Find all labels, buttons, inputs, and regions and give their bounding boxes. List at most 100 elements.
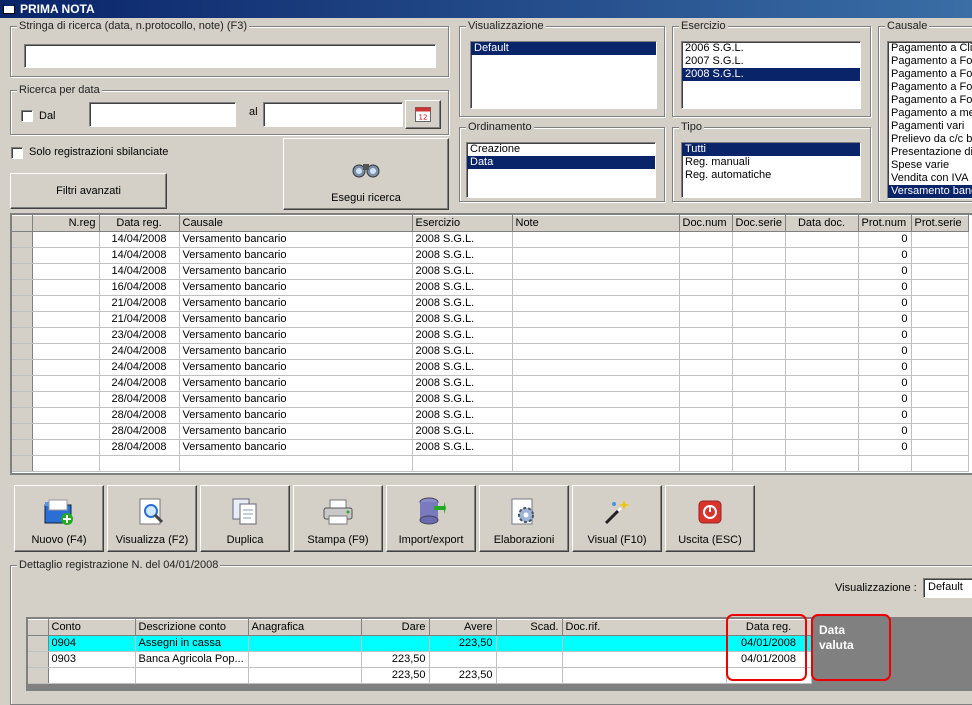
col-prot-serie[interactable]: Prot.serie [911,215,969,232]
col-esercizio[interactable]: Esercizio [412,215,513,232]
esercizio-item[interactable]: 2008 S.G.L. [682,68,860,81]
col-data-doc[interactable]: Data doc. [785,215,859,232]
table-row[interactable]: 14/04/2008 Versamento bancario 2008 S.G.L.… [12,231,969,248]
col-prot-num[interactable]: Prot.num [858,215,912,232]
dal-date-input[interactable] [89,102,236,127]
dal-checkbox[interactable] [21,110,33,122]
advanced-filters-button[interactable]: Filtri avanzati [10,173,167,209]
tipo-item[interactable]: Tutti [682,143,860,156]
col-descrizione[interactable]: Descrizione conto [135,619,249,636]
col-conto[interactable]: Conto [48,619,136,636]
table-row[interactable]: 14/04/2008 Versamento bancario 2008 S.G.L.… [12,247,969,264]
search-input[interactable] [24,44,436,68]
ordinamento-item[interactable]: Creazione [467,143,655,156]
visualizzazione-list[interactable]: Default [470,41,657,109]
view-button[interactable]: Visualizza (F2) [107,485,197,552]
processing-button[interactable]: Elaborazioni [479,485,569,552]
esercizio-item[interactable]: 2006 S.G.L. [682,42,860,55]
causale-item[interactable]: Pagamento a For [888,68,972,81]
row-selector[interactable] [12,439,33,456]
table-row[interactable]: 24/04/2008 Versamento bancario 2008 S.G.L.… [12,375,969,392]
col-nreg[interactable]: N.reg [32,215,100,232]
causale-item[interactable]: Pagamento a For [888,55,972,68]
esercizio-item[interactable]: 2007 S.G.L. [682,55,860,68]
row-selector[interactable] [12,311,33,328]
row-selector[interactable] [28,667,49,684]
col-doc-num[interactable]: Doc.num [679,215,733,232]
import-export-button[interactable]: Import/export [386,485,476,552]
table-row[interactable]: 24/04/2008 Versamento bancario 2008 S.G.L.… [12,359,969,376]
col-avere[interactable]: Avere [429,619,497,636]
causale-list[interactable]: Pagamento a Cli Pagamento a For Pagament… [887,41,972,199]
table-row[interactable]: 14/04/2008 Versamento bancario 2008 S.G.L.… [12,263,969,280]
row-selector[interactable] [12,279,33,296]
registrations-grid[interactable]: N.reg Data reg. Causale Esercizio Note D… [10,213,972,475]
data-valuta-highlight: Data valuta [811,614,891,681]
causale-item[interactable]: Prelievo da c/c b [888,133,972,146]
causale-item[interactable]: Spese varie [888,159,972,172]
table-row[interactable] [12,455,969,472]
col-doc-serie[interactable]: Doc.serie [732,215,786,232]
row-selector[interactable] [12,375,33,392]
visualizzazione-item[interactable]: Default [471,42,656,55]
ordinamento-item[interactable]: Data [467,156,655,169]
table-row[interactable]: 28/04/2008 Versamento bancario 2008 S.G.L.… [12,391,969,408]
col-dare[interactable]: Dare [361,619,430,636]
causale-item[interactable]: Vendita con IVA [888,172,972,185]
col-note[interactable]: Note [512,215,680,232]
row-selector[interactable] [12,359,33,376]
tipo-list[interactable]: Tutti Reg. manuali Reg. automatiche [681,142,861,198]
unbalanced-checkbox[interactable] [11,147,23,159]
table-row[interactable]: 16/04/2008 Versamento bancario 2008 S.G.L.… [12,279,969,296]
table-row[interactable]: 21/04/2008 Versamento bancario 2008 S.G.L.… [12,295,969,312]
row-selector[interactable] [28,651,49,668]
table-row[interactable]: 28/04/2008 Versamento bancario 2008 S.G.L.… [12,439,969,456]
causale-item[interactable]: Pagamento a For [888,94,972,107]
row-selector[interactable] [12,295,33,312]
row-selector[interactable] [12,231,33,248]
table-row[interactable]: 21/04/2008 Versamento bancario 2008 S.G.L.… [12,311,969,328]
duplicate-button[interactable]: Duplica [200,485,290,552]
row-selector[interactable] [12,407,33,424]
table-row[interactable]: 24/04/2008 Versamento bancario 2008 S.G.L.… [12,343,969,360]
row-selector[interactable] [12,263,33,280]
row-selector[interactable] [28,635,49,652]
detail-row[interactable]: 0904 Assegni in cassa 223,50 04/01/2008 [28,635,812,652]
causale-item[interactable]: Pagamento a Cli [888,42,972,55]
row-selector[interactable] [12,327,33,344]
tipo-item[interactable]: Reg. automatiche [682,169,860,182]
visual-button[interactable]: Visual (F10) [572,485,662,552]
detail-row[interactable]: 223,50 223,50 [28,667,812,684]
ordinamento-list[interactable]: Creazione Data [466,142,656,198]
table-row[interactable]: 23/04/2008 Versamento bancario 2008 S.G.L.… [12,327,969,344]
row-selector[interactable] [12,343,33,360]
execute-search-button[interactable]: Esegui ricerca [283,138,449,210]
print-button[interactable]: Stampa (F9) [293,485,383,552]
causale-item[interactable]: Pagamento a For [888,81,972,94]
col-doc-rif[interactable]: Doc.rif. [562,619,727,636]
row-selector[interactable] [12,391,33,408]
esercizio-list[interactable]: 2006 S.G.L. 2007 S.G.L. 2008 S.G.L. [681,41,861,109]
new-button[interactable]: Nuovo (F4) [14,485,104,552]
causale-item[interactable]: Pagamenti vari [888,120,972,133]
detail-row[interactable]: 0903 Banca Agricola Pop... 223,50 04/01/200… [28,651,812,668]
calendar-button[interactable]: 12 [405,100,441,129]
exit-button[interactable]: Uscita (ESC) [665,485,755,552]
causale-item[interactable]: Pagamento a me [888,107,972,120]
table-cell: 2008 S.G.L. [412,375,513,392]
col-anagrafica[interactable]: Anagrafica [248,619,362,636]
col-data-reg[interactable]: Data reg. [99,215,180,232]
al-date-input[interactable] [263,102,403,127]
table-row[interactable]: 28/04/2008 Versamento bancario 2008 S.G.L.… [12,423,969,440]
detail-view-select[interactable]: Default [923,578,972,598]
row-selector[interactable] [12,455,33,472]
col-causale[interactable]: Causale [179,215,413,232]
table-row[interactable]: 28/04/2008 Versamento bancario 2008 S.G.L.… [12,407,969,424]
row-selector[interactable] [12,423,33,440]
causale-item[interactable]: Versamento banc [888,185,972,198]
col-scad[interactable]: Scad. [496,619,563,636]
row-selector[interactable] [12,247,33,264]
causale-item[interactable]: Presentazione dis [888,146,972,159]
tipo-item[interactable]: Reg. manuali [682,156,860,169]
al-label: al [249,106,258,118]
